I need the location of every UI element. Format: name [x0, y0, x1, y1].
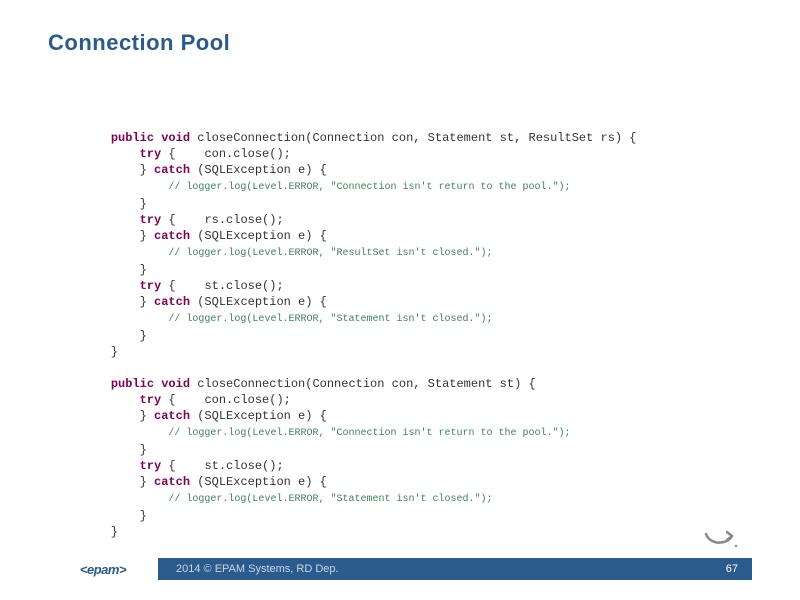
footer-bar: <epam> 2014 © EPAM Systems, RD Dep. 67 [48, 558, 752, 580]
footer-copyright: 2014 © EPAM Systems, RD Dep. [166, 563, 726, 575]
slide-title: Connection Pool [48, 30, 230, 56]
epam-logo: <epam> [48, 558, 158, 580]
page-number: 67 [726, 563, 752, 575]
code-block: public void closeConnection(Connection c… [82, 130, 637, 540]
return-arc-icon [702, 530, 738, 550]
